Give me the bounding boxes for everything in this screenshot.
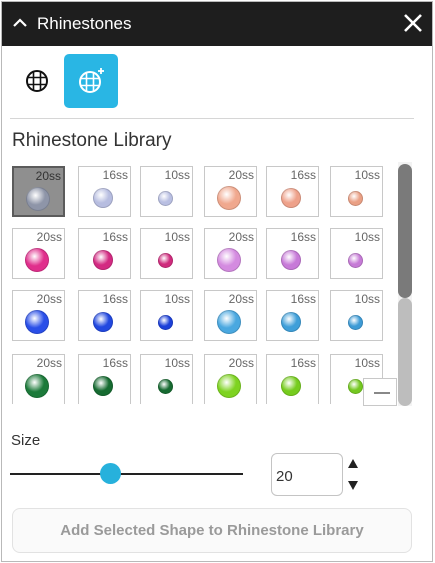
rhinestone-gem-icon [217, 186, 241, 210]
rhinestone-size-label: 20ss [228, 356, 254, 370]
rhinestone-library-grid: 20ss 16ss 10ss 20ss 16ss 10ss 20ss 16ss 10ss 20ss… [10, 160, 395, 404]
panel-titlebar: Rhinestones [2, 2, 432, 46]
rhinestone-gem-icon [217, 248, 241, 272]
rhinestone-size-label: 20ss [228, 292, 254, 306]
rhinestone-gem-icon [93, 312, 113, 332]
rhinestone-item[interactable]: 16ss [78, 166, 131, 217]
rhinestone-item[interactable]: 16ss [266, 354, 319, 404]
rhinestone-size-label: 20ss [36, 230, 62, 244]
rhinestone-gem-icon [157, 190, 173, 206]
rhinestone-gem-icon [281, 250, 301, 270]
rhinestone-gem-icon [217, 374, 241, 398]
rhinestone-gem-icon [93, 376, 113, 396]
rhinestone-gem-icon [347, 190, 363, 206]
rhinestone-gem-icon [347, 252, 363, 268]
rhinestone-size-label: 20ss [228, 230, 254, 244]
rhinestone-gem-icon [93, 188, 113, 208]
rhinestone-item[interactable]: 10ss [140, 354, 193, 404]
rhinestone-grid-icon [26, 70, 48, 92]
rhinestone-gem-icon [25, 310, 49, 334]
rhinestone-size-label: 10ss [354, 356, 380, 370]
rhinestone-size-label: 10ss [164, 356, 190, 370]
rhinestone-size-label: 10ss [354, 230, 380, 244]
rhinestone-tool-button[interactable] [10, 54, 64, 108]
rhinestone-item[interactable]: 16ss [266, 290, 319, 341]
rhinestone-gem-icon [157, 378, 173, 394]
add-rhinestone-tool-button[interactable] [64, 54, 118, 108]
rhinestone-gem-icon [25, 374, 49, 398]
rhinestone-gem-icon [217, 310, 241, 334]
rhinestone-item[interactable]: 20ss [12, 228, 65, 279]
rhinestone-size-label: 16ss [290, 168, 316, 182]
spin-down-icon[interactable] [346, 478, 360, 492]
rhinestone-size-label: 20ss [36, 292, 62, 306]
size-input[interactable]: 20 [271, 453, 343, 496]
close-icon[interactable] [402, 12, 424, 34]
rhinestone-size-label: 20ss [228, 168, 254, 182]
rhinestone-gem-icon [281, 312, 301, 332]
rhinestone-gem-icon [347, 378, 363, 394]
rhinestone-size-label: 10ss [164, 230, 190, 244]
library-scroll-lower[interactable] [398, 298, 412, 406]
rhinestone-size-label: 16ss [290, 230, 316, 244]
rhinestone-size-label: 16ss [290, 356, 316, 370]
add-rhinestone-icon [79, 68, 104, 93]
rhinestone-gem-icon [157, 314, 173, 330]
rhinestone-gem-icon [93, 250, 113, 270]
rhinestone-gem-icon [347, 314, 363, 330]
rhinestone-item[interactable]: 20ss [12, 354, 65, 404]
spin-up-icon[interactable] [346, 457, 360, 471]
rhinestone-size-label: 16ss [102, 230, 128, 244]
rhinestone-item[interactable]: 20ss [204, 290, 257, 341]
add-to-library-button[interactable]: Add Selected Shape to Rhinestone Library [12, 508, 412, 553]
rhinestone-item[interactable]: 20ss [12, 290, 65, 341]
rhinestone-gem-icon [281, 376, 301, 396]
rhinestone-item[interactable]: 20ss [12, 166, 65, 217]
library-scrollbar-thumb[interactable] [398, 164, 412, 298]
rhinestone-gem-icon [157, 252, 173, 268]
rhinestone-size-label: 16ss [102, 356, 128, 370]
panel-title: Rhinestones [37, 14, 132, 33]
rhinestone-size-label: 10ss [164, 168, 190, 182]
library-title: Rhinestone Library [12, 130, 172, 151]
rhinestone-item[interactable]: 10ss [140, 228, 193, 279]
rhinestone-size-label: 16ss [290, 292, 316, 306]
rhinestone-item[interactable]: 16ss [78, 354, 131, 404]
rhinestone-item[interactable]: 20ss [204, 166, 257, 217]
rhinestone-item[interactable]: 10ss [330, 166, 383, 217]
rhinestone-gem-icon [25, 248, 49, 272]
size-slider-thumb[interactable] [99, 463, 121, 484]
size-slider-track[interactable] [10, 473, 243, 475]
rhinestone-item[interactable]: 10ss [140, 166, 193, 217]
rhinestone-item[interactable]: 16ss [266, 166, 319, 217]
remove-shape-button[interactable] [363, 378, 397, 406]
rhinestone-item[interactable]: 16ss [266, 228, 319, 279]
rhinestone-size-label: 16ss [102, 292, 128, 306]
rhinestone-item[interactable]: 10ss [330, 228, 383, 279]
rhinestone-size-label: 20ss [35, 169, 61, 183]
chevron-up-icon[interactable] [12, 15, 28, 31]
rhinestone-item[interactable]: 16ss [78, 228, 131, 279]
rhinestone-gem-icon [26, 187, 50, 211]
size-label: Size [11, 432, 41, 449]
rhinestones-panel: Rhinestones Rhinestone Library 20ss 16ss 1… [1, 1, 433, 562]
rhinestone-item[interactable]: 10ss [140, 290, 193, 341]
rhinestone-size-label: 16ss [102, 168, 128, 182]
rhinestone-size-label: 10ss [354, 168, 380, 182]
rhinestone-item[interactable]: 20ss [204, 354, 257, 404]
toolbar-divider [10, 118, 414, 119]
rhinestone-size-label: 20ss [36, 356, 62, 370]
rhinestone-item[interactable]: 20ss [204, 228, 257, 279]
rhinestone-size-label: 10ss [164, 292, 190, 306]
rhinestone-size-label: 10ss [354, 292, 380, 306]
rhinestone-item[interactable]: 10ss [330, 290, 383, 341]
rhinestone-gem-icon [281, 188, 301, 208]
rhinestone-item[interactable]: 16ss [78, 290, 131, 341]
